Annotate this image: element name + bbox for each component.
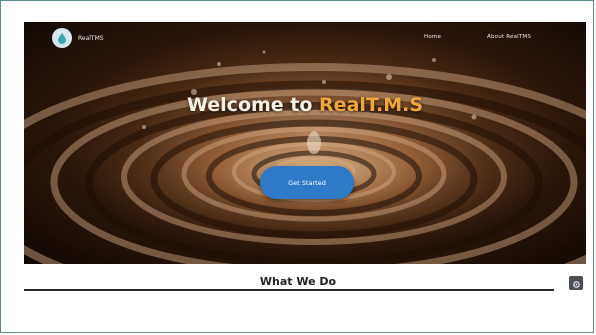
water-drop-logo-icon <box>52 28 72 48</box>
section-divider <box>24 289 554 291</box>
hero-title-prefix: Welcome to <box>187 94 320 116</box>
water-ripple-background <box>24 50 586 264</box>
brand[interactable]: RealTMS <box>52 28 104 48</box>
brand-name: RealTMS <box>78 34 104 42</box>
hero-title: Welcome to RealT.M.S <box>24 94 586 116</box>
hero-title-brand: RealT.M.S <box>319 94 423 116</box>
get-started-button[interactable]: Get Started <box>260 166 354 199</box>
gear-icon <box>572 274 581 293</box>
nav-link-home[interactable]: Home <box>424 34 441 40</box>
top-navbar: RealTMS Home About RealTMS <box>24 22 586 58</box>
section-title: What We Do <box>259 275 337 288</box>
nav-link-about[interactable]: About RealTMS <box>487 34 531 40</box>
hero-banner: RealTMS Home About RealTMS Welcome to Re… <box>24 22 586 264</box>
floating-settings-button[interactable] <box>569 276 583 290</box>
